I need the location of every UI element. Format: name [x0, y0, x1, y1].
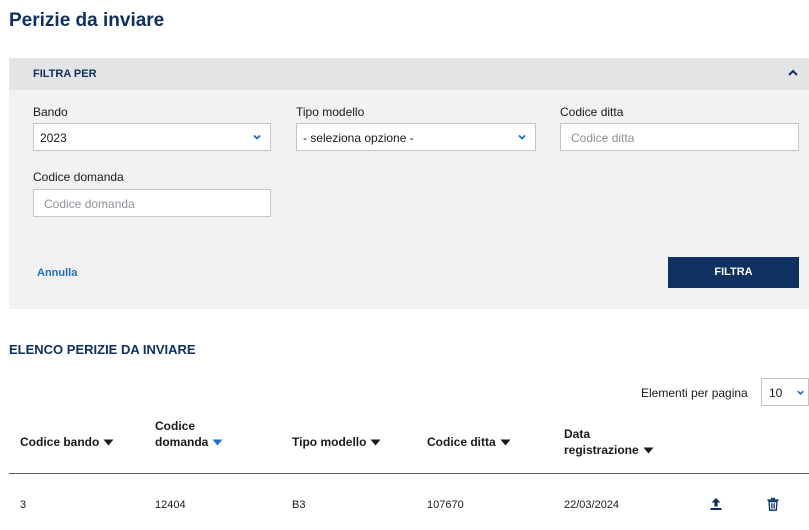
tipo-modello-select[interactable]: - seleziona opzione - — [296, 123, 536, 151]
chevron-down-icon — [518, 134, 526, 140]
bando-value: 2023 — [40, 131, 67, 145]
column-header-label: Codice ditta — [427, 435, 496, 449]
annulla-link[interactable]: Annulla — [37, 267, 77, 279]
caret-down-icon — [370, 439, 381, 446]
filter-header-title: FILTRA PER — [33, 68, 97, 80]
caret-down-icon — [212, 439, 223, 446]
codice-domanda-label: Codice domanda — [33, 170, 124, 184]
filter-header[interactable]: FILTRA PER — [9, 58, 809, 90]
column-header-tipo-modello[interactable]: Tipo modello — [292, 434, 381, 450]
per-page-select[interactable]: 10 — [761, 378, 809, 406]
chevron-up-icon[interactable] — [787, 67, 799, 79]
codice-domanda-placeholder: Codice domanda — [44, 197, 135, 211]
per-page-label: Elementi per pagina — [641, 386, 748, 400]
codice-ditta-label: Codice ditta — [560, 105, 624, 119]
list-title: ELENCO PERIZIE DA INVIARE — [9, 342, 196, 357]
column-header-codice-ditta[interactable]: Codice ditta — [427, 434, 511, 450]
cell-codice-bando: 3 — [20, 499, 27, 511]
column-header-label: domanda — [155, 435, 209, 449]
caret-down-icon — [103, 439, 114, 446]
caret-down-icon — [500, 439, 511, 446]
chevron-down-icon — [797, 390, 804, 395]
column-header-label: Codice — [155, 419, 196, 433]
chevron-down-icon — [253, 134, 261, 140]
cell-codice-domanda: 12404 — [155, 499, 186, 511]
tipo-modello-label: Tipo modello — [296, 105, 365, 119]
column-header-data-registrazione[interactable]: Data registrazione — [564, 426, 654, 458]
column-header-codice-bando[interactable]: Codice bando — [20, 434, 114, 450]
page-title: Perizie da inviare — [9, 10, 165, 31]
codice-domanda-input[interactable]: Codice domanda — [33, 189, 271, 217]
codice-ditta-placeholder: Codice ditta — [571, 131, 635, 145]
codice-ditta-input[interactable]: Codice ditta — [560, 123, 799, 151]
cell-data-registrazione: 22/03/2024 — [564, 499, 620, 511]
cell-tipo-modello: B3 — [292, 499, 306, 511]
filter-panel: FILTRA PER Bando 2023 Tipo modello - sel… — [9, 58, 809, 309]
trash-icon[interactable] — [766, 497, 780, 511]
bando-label: Bando — [33, 105, 68, 119]
tipo-modello-value: - seleziona opzione - — [303, 131, 414, 145]
column-header-label: Codice bando — [20, 435, 100, 449]
filtra-button[interactable]: FILTRA — [668, 257, 799, 288]
column-header-label: registrazione — [564, 443, 639, 457]
cell-codice-ditta: 107670 — [427, 499, 464, 511]
caret-down-icon — [643, 447, 654, 454]
table-header-divider — [9, 473, 809, 474]
per-page-value: 10 — [769, 386, 783, 400]
bando-select[interactable]: 2023 — [33, 123, 271, 151]
column-header-codice-domanda[interactable]: Codice domanda — [155, 418, 223, 450]
upload-icon[interactable] — [709, 497, 723, 511]
column-header-label: Data — [564, 427, 591, 441]
column-header-label: Tipo modello — [292, 435, 367, 449]
